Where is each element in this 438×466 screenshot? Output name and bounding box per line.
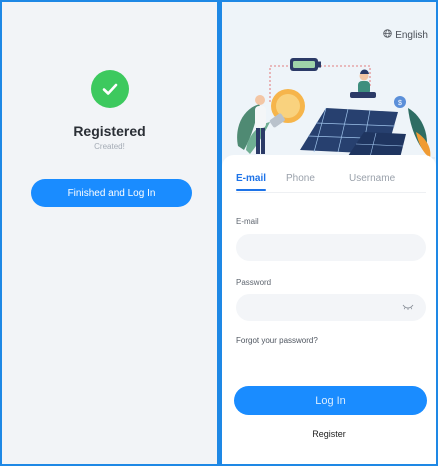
active-tab-indicator xyxy=(236,189,266,191)
email-field[interactable] xyxy=(236,234,426,261)
svg-text:$: $ xyxy=(398,100,402,107)
language-label: English xyxy=(395,29,428,41)
password-field[interactable] xyxy=(236,294,426,321)
login-button[interactable]: Log In xyxy=(234,386,427,415)
check-icon xyxy=(91,70,129,108)
eye-closed-icon[interactable] xyxy=(402,302,414,312)
login-screen: English $ E-mail Phone Username E-mail P… xyxy=(222,2,436,464)
register-link[interactable]: Register xyxy=(222,429,436,439)
login-card: E-mail Phone Username E-mail Password Fo… xyxy=(222,155,436,464)
registered-subtitle: Created! xyxy=(94,142,125,151)
forgot-password-link[interactable]: Forgot your password? xyxy=(236,336,318,345)
tab-username[interactable]: Username xyxy=(349,173,395,184)
email-label: E-mail xyxy=(236,217,259,226)
registration-success-screen: Registered Created! Finished and Log In xyxy=(2,2,217,464)
solar-illustration: $ xyxy=(230,58,435,159)
language-selector[interactable]: English xyxy=(383,29,428,41)
password-label: Password xyxy=(236,278,272,287)
globe-icon xyxy=(383,29,392,41)
login-tabs: E-mail Phone Username xyxy=(236,173,426,193)
tabs-divider xyxy=(236,192,426,193)
finish-and-login-button[interactable]: Finished and Log In xyxy=(31,179,192,207)
tab-email[interactable]: E-mail xyxy=(236,173,266,184)
registered-title: Registered xyxy=(73,123,146,139)
tab-phone[interactable]: Phone xyxy=(286,173,315,184)
